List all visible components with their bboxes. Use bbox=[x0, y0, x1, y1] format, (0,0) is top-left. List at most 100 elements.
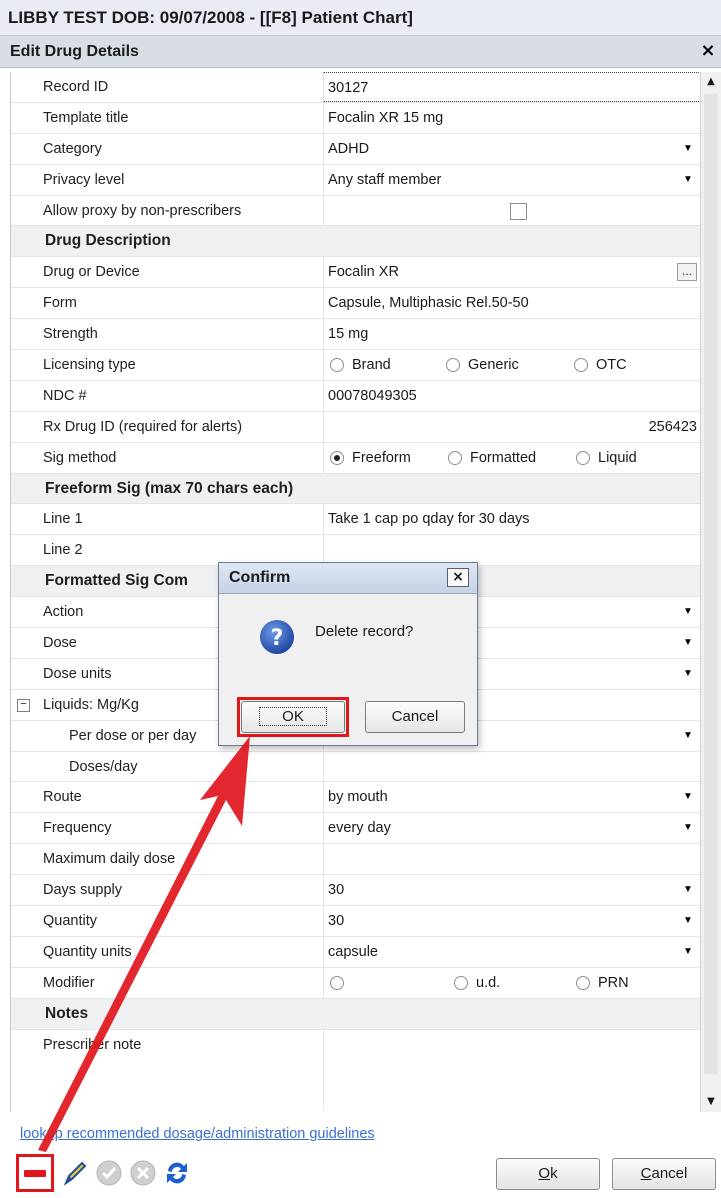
dialog-close-button[interactable]: × bbox=[699, 38, 717, 64]
confirm-ok-button[interactable]: OK bbox=[241, 701, 345, 733]
radio-otc[interactable]: OTC bbox=[574, 350, 627, 380]
cancel-button[interactable]: Cancel bbox=[612, 1158, 716, 1190]
chevron-down-icon[interactable] bbox=[681, 729, 695, 743]
chevron-down-icon[interactable] bbox=[681, 142, 695, 156]
days-supply-select[interactable]: 30 bbox=[323, 875, 701, 906]
radio-prn[interactable]: PRN bbox=[576, 968, 629, 998]
chevron-down-icon[interactable] bbox=[681, 173, 695, 187]
radio-icon[interactable] bbox=[446, 358, 460, 373]
row-modifier[interactable]: Modifier u.d. PRN bbox=[11, 967, 701, 999]
row-prescriber-note[interactable]: Prescriber note bbox=[11, 1029, 701, 1110]
rx-drug-id-field[interactable]: 256423 bbox=[323, 411, 701, 442]
ndc-field[interactable]: 00078049305 bbox=[323, 380, 701, 411]
radio-icon[interactable] bbox=[576, 976, 590, 990]
radio-ud[interactable]: u.d. bbox=[454, 968, 500, 998]
radio-liquid[interactable]: Liquid bbox=[576, 443, 637, 473]
row-sig-method[interactable]: Sig method Freeform Formatted Liquid bbox=[11, 442, 701, 474]
row-template-title[interactable]: Template title Focalin XR 15 mg bbox=[11, 102, 701, 134]
radio-icon[interactable] bbox=[448, 450, 462, 465]
row-ndc[interactable]: NDC # 00078049305 bbox=[11, 380, 701, 412]
radio-icon[interactable] bbox=[574, 358, 588, 373]
save-record-button[interactable] bbox=[94, 1156, 124, 1190]
ok-button[interactable]: Ok bbox=[496, 1158, 600, 1190]
cancel-edit-button[interactable] bbox=[128, 1156, 158, 1190]
chevron-down-icon[interactable] bbox=[681, 790, 695, 804]
edit-button[interactable] bbox=[60, 1156, 90, 1190]
radio-icon[interactable] bbox=[454, 976, 468, 990]
drug-or-device-field[interactable]: Focalin XR... bbox=[323, 257, 701, 288]
row-doses-day[interactable]: Doses/day bbox=[11, 751, 701, 783]
chevron-down-icon[interactable] bbox=[681, 945, 695, 959]
row-max-daily-dose[interactable]: Maximum daily dose bbox=[11, 844, 701, 876]
chevron-down-icon[interactable] bbox=[681, 883, 695, 897]
line-2-field[interactable] bbox=[323, 535, 701, 566]
doses-day-field[interactable] bbox=[323, 751, 701, 782]
section-freeform-sig: Freeform Sig (max 70 chars each) bbox=[11, 473, 701, 505]
row-quantity[interactable]: Quantity 30 bbox=[11, 906, 701, 937]
template-title-field[interactable]: Focalin XR 15 mg bbox=[323, 102, 701, 133]
max-daily-dose-field[interactable] bbox=[323, 844, 701, 875]
confirm-cancel-button[interactable]: Cancel bbox=[365, 701, 465, 733]
allow-proxy-label: Allow proxy by non-prescribers bbox=[43, 202, 242, 219]
licensing-type-label: Licensing type bbox=[43, 357, 136, 374]
row-form[interactable]: Form Capsule, Multiphasic Rel.50-50 bbox=[11, 288, 701, 320]
row-strength[interactable]: Strength 15 mg bbox=[11, 319, 701, 351]
radio-modifier-none[interactable] bbox=[330, 968, 352, 998]
category-select[interactable]: ADHD bbox=[323, 133, 701, 164]
dosage-guidelines-link[interactable]: lookup recommended dosage/administration… bbox=[20, 1126, 375, 1142]
row-frequency[interactable]: Frequency every day bbox=[11, 813, 701, 845]
radio-selected-icon[interactable] bbox=[330, 450, 344, 465]
pencil-icon bbox=[63, 1161, 87, 1186]
row-drug-or-device[interactable]: Drug or Device Focalin XR... bbox=[11, 257, 701, 289]
scroll-down-icon[interactable]: ▼ bbox=[703, 1094, 719, 1110]
category-value: ADHD bbox=[328, 140, 370, 157]
question-icon: ? bbox=[260, 620, 294, 654]
ndc-label: NDC # bbox=[43, 387, 87, 404]
quantity-units-value: capsule bbox=[328, 943, 378, 960]
row-quantity-units[interactable]: Quantity units capsule bbox=[11, 936, 701, 968]
radio-icon[interactable] bbox=[576, 450, 590, 465]
radio-brand[interactable]: Brand bbox=[330, 350, 391, 380]
chevron-down-icon[interactable] bbox=[681, 605, 695, 619]
chevron-down-icon[interactable] bbox=[681, 821, 695, 835]
row-rx-drug-id[interactable]: Rx Drug ID (required for alerts) 256423 bbox=[11, 411, 701, 443]
row-category[interactable]: Category ADHD bbox=[11, 133, 701, 165]
doses-day-label: Doses/day bbox=[69, 758, 138, 775]
form-field[interactable]: Capsule, Multiphasic Rel.50-50 bbox=[323, 288, 701, 319]
radio-formatted[interactable]: Formatted bbox=[448, 443, 536, 473]
radio-freeform[interactable]: Freeform bbox=[330, 443, 411, 473]
row-privacy-level[interactable]: Privacy level Any staff member bbox=[11, 164, 701, 196]
delete-record-button[interactable] bbox=[16, 1154, 54, 1192]
quantity-units-select[interactable]: capsule bbox=[323, 936, 701, 967]
radio-icon[interactable] bbox=[330, 976, 344, 990]
vertical-scrollbar[interactable]: ▲ ▼ bbox=[700, 72, 721, 1112]
refresh-button[interactable] bbox=[162, 1156, 192, 1190]
record-id-field[interactable]: 30127 bbox=[323, 72, 701, 102]
row-licensing-type[interactable]: Licensing type Brand Generic OTC bbox=[11, 350, 701, 381]
section-notes: Notes bbox=[11, 998, 701, 1030]
browse-drug-button[interactable]: ... bbox=[677, 263, 697, 282]
scroll-thumb[interactable] bbox=[704, 94, 718, 1074]
confirm-close-button[interactable]: × bbox=[447, 568, 469, 587]
privacy-level-select[interactable]: Any staff member bbox=[323, 164, 701, 195]
quantity-select[interactable]: 30 bbox=[323, 906, 701, 937]
chevron-down-icon[interactable] bbox=[681, 914, 695, 928]
route-select[interactable]: by mouth bbox=[323, 782, 701, 813]
strength-field[interactable]: 15 mg bbox=[323, 319, 701, 350]
collapse-toggle-icon[interactable]: − bbox=[17, 698, 30, 712]
chevron-down-icon[interactable] bbox=[681, 636, 695, 650]
row-record-id[interactable]: Record ID 30127 bbox=[11, 72, 701, 103]
frequency-select[interactable]: every day bbox=[323, 813, 701, 844]
row-route[interactable]: Route by mouth bbox=[11, 782, 701, 814]
radio-icon[interactable] bbox=[330, 358, 344, 373]
scroll-up-icon[interactable]: ▲ bbox=[703, 74, 719, 90]
record-id-label: Record ID bbox=[43, 79, 109, 95]
row-days-supply[interactable]: Days supply 30 bbox=[11, 875, 701, 907]
allow-proxy-checkbox[interactable] bbox=[510, 202, 527, 220]
prescriber-note-field[interactable] bbox=[323, 1029, 701, 1110]
row-line-1[interactable]: Line 1 Take 1 cap po qday for 30 days bbox=[11, 504, 701, 536]
chevron-down-icon[interactable] bbox=[681, 667, 695, 681]
row-allow-proxy[interactable]: Allow proxy by non-prescribers bbox=[11, 195, 701, 227]
radio-generic[interactable]: Generic bbox=[446, 350, 519, 380]
line-1-field[interactable]: Take 1 cap po qday for 30 days bbox=[323, 504, 701, 535]
